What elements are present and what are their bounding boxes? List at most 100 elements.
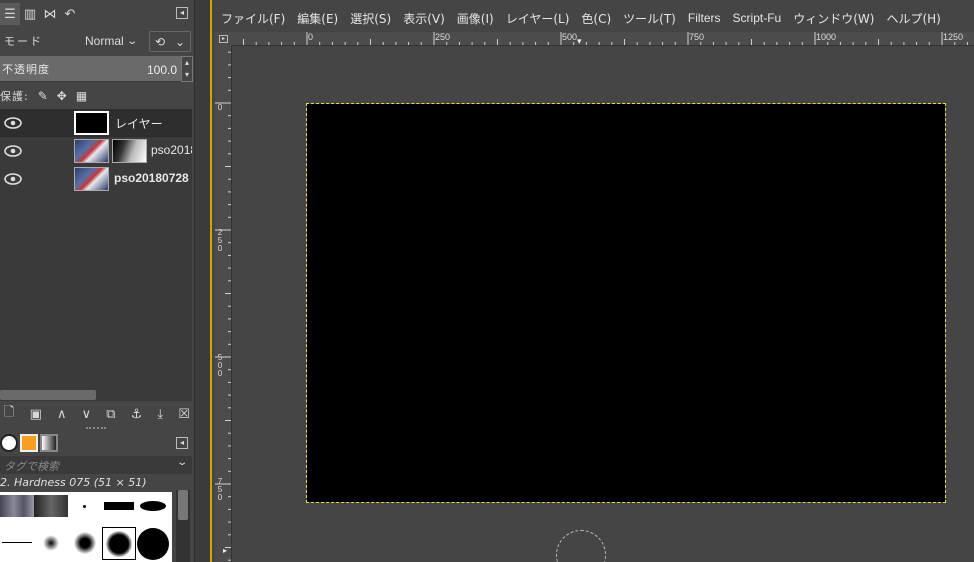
opacity-spinner[interactable]: ▴ ▾ bbox=[181, 56, 193, 82]
menu-help[interactable]: ヘルプ(H) bbox=[886, 10, 940, 27]
layer-actions: 🗋 ▣ ∧ ∨ ⧉ ⚓ ⤓ ☒ bbox=[0, 403, 194, 425]
menu-layer[interactable]: レイヤー(L) bbox=[506, 10, 570, 27]
panel-menu-icon[interactable]: ◂ bbox=[176, 7, 188, 19]
brush-tabs bbox=[0, 432, 194, 454]
horizontal-ruler[interactable]: 0 250 500 750 1000 1250 ▾ bbox=[232, 32, 974, 46]
visibility-eye-icon[interactable] bbox=[4, 117, 22, 129]
ruler-label: 1000 bbox=[816, 32, 837, 42]
ruler-label: 0 bbox=[217, 103, 223, 112]
ruler-label: 750 bbox=[217, 477, 223, 502]
layer-row[interactable]: レイヤー bbox=[0, 109, 192, 137]
quick-mask-toggle[interactable]: ▸ bbox=[215, 32, 232, 46]
menu-select[interactable]: 選択(S) bbox=[350, 10, 391, 27]
layer-row[interactable]: pso2018 bbox=[0, 137, 192, 165]
lock-position-icon[interactable]: ✥ bbox=[57, 89, 67, 103]
window-edge bbox=[210, 0, 212, 562]
brush-item[interactable] bbox=[0, 527, 34, 560]
new-layer-group-icon[interactable]: ▣ bbox=[30, 407, 42, 422]
left-dock: ☰ ▥ ⋈ ↶ ◂ モード Normal ⌄ ⟲ ⌄ 不透明度 100.0 ▴ ▾… bbox=[0, 0, 194, 562]
undo-history-icon[interactable]: ↶ bbox=[60, 3, 80, 25]
ruler-label: 0 bbox=[308, 32, 314, 42]
menu-colors[interactable]: 色(C) bbox=[581, 10, 611, 27]
layers-icon[interactable]: ☰ bbox=[0, 3, 20, 25]
layer-row[interactable]: pso20180728 bbox=[0, 165, 192, 193]
paths-icon[interactable]: ⋈ bbox=[40, 3, 60, 25]
brush-item[interactable] bbox=[102, 492, 136, 525]
brush-item-selected[interactable] bbox=[102, 527, 136, 560]
brush-scrollbar[interactable] bbox=[176, 490, 190, 562]
menu-file[interactable]: ファイル(F) bbox=[221, 10, 285, 27]
patterns-tab-icon[interactable] bbox=[20, 434, 38, 452]
menu-filters[interactable]: Filters bbox=[688, 11, 721, 25]
lock-label: 保護: bbox=[0, 90, 29, 103]
opacity-value: 100.0 bbox=[146, 63, 177, 77]
channels-icon[interactable]: ▥ bbox=[20, 3, 40, 25]
lock-alpha-icon[interactable]: ▦ bbox=[76, 89, 87, 103]
chevron-down-icon[interactable]: ⌄ bbox=[176, 457, 188, 468]
new-layer-icon[interactable]: 🗋 bbox=[4, 403, 14, 425]
ruler-label: 1250 bbox=[943, 32, 964, 42]
chevron-down-icon: ⌄ bbox=[125, 35, 138, 47]
brush-item[interactable] bbox=[0, 495, 34, 517]
layer-thumbnail bbox=[74, 139, 109, 163]
lock-pixels-icon[interactable]: ✎ bbox=[38, 89, 48, 103]
gradients-tab-icon[interactable] bbox=[40, 434, 58, 452]
ruler-label: 250 bbox=[435, 32, 451, 42]
visibility-eye-icon[interactable] bbox=[4, 173, 22, 185]
dock-grip[interactable] bbox=[86, 427, 106, 430]
ruler-label: 250 bbox=[217, 228, 223, 253]
lower-layer-icon[interactable]: ∨ bbox=[82, 407, 92, 422]
image-canvas[interactable] bbox=[306, 103, 946, 503]
layer-mask-thumbnail[interactable] bbox=[112, 139, 147, 163]
scrollbar-thumb[interactable] bbox=[178, 490, 188, 520]
brush-item[interactable] bbox=[34, 495, 68, 517]
mode-select[interactable]: Normal ⌄ bbox=[85, 31, 147, 51]
reset-icon: ⟲ bbox=[154, 34, 166, 49]
menu-tools[interactable]: ツール(T) bbox=[623, 10, 676, 27]
layer-name[interactable]: レイヤー bbox=[115, 115, 191, 132]
layer-thumbnail bbox=[74, 111, 109, 135]
layer-thumbnail bbox=[74, 167, 109, 191]
anchor-layer-icon[interactable]: ⚓ bbox=[131, 407, 143, 422]
brush-item[interactable] bbox=[136, 492, 170, 525]
vertical-ruler[interactable]: 0 250 500 750 ▸ bbox=[215, 46, 232, 562]
menu-view[interactable]: 表示(V) bbox=[403, 10, 445, 27]
pointer-marker-icon: ▸ bbox=[223, 546, 228, 555]
brush-cursor-outline bbox=[556, 530, 606, 562]
merge-down-icon[interactable]: ⤓ bbox=[157, 407, 163, 422]
mode-value: Normal bbox=[85, 34, 124, 48]
raise-layer-icon[interactable]: ∧ bbox=[57, 407, 67, 422]
visibility-eye-icon[interactable] bbox=[4, 145, 22, 157]
panel-menu-icon[interactable]: ◂ bbox=[176, 437, 188, 449]
tag-search-input[interactable]: タグで検索 ⌄ bbox=[0, 456, 192, 474]
tag-search-placeholder: タグで検索 bbox=[4, 460, 59, 473]
duplicate-layer-icon[interactable]: ⧉ bbox=[106, 407, 115, 422]
mode-row: モード Normal ⌄ ⟲ ⌄ bbox=[0, 29, 194, 53]
lock-row: 保護: ✎ ✥ ▦ bbox=[0, 86, 194, 106]
brush-item[interactable] bbox=[136, 527, 170, 560]
layer-name[interactable]: pso2018 bbox=[151, 143, 192, 157]
brush-item[interactable] bbox=[34, 527, 68, 560]
layer-list: レイヤー pso2018 pso20180728 bbox=[0, 109, 192, 389]
dock-divider[interactable] bbox=[194, 0, 212, 562]
opacity-label: 不透明度 bbox=[2, 63, 50, 76]
canvas-workspace[interactable] bbox=[233, 47, 974, 562]
dock-tabs: ☰ ▥ ⋈ ↶ bbox=[0, 0, 194, 28]
menu-edit[interactable]: 編集(E) bbox=[297, 10, 338, 27]
menu-image[interactable]: 画像(I) bbox=[457, 10, 494, 27]
brush-name: 2. Hardness 075 (51 × 51) bbox=[0, 476, 147, 489]
mode-reset-button[interactable]: ⟲ ⌄ bbox=[149, 31, 191, 52]
pointer-marker-icon: ▾ bbox=[577, 37, 582, 46]
ruler-label: 500 bbox=[217, 353, 223, 378]
brush-item[interactable] bbox=[68, 492, 102, 525]
scrollbar-thumb[interactable] bbox=[0, 390, 96, 400]
layer-list-scrollbar[interactable] bbox=[0, 389, 192, 401]
menu-script-fu[interactable]: Script-Fu bbox=[733, 11, 782, 25]
delete-layer-icon[interactable]: ☒ bbox=[178, 407, 190, 422]
layer-name[interactable]: pso20180728 bbox=[114, 171, 192, 185]
brush-item[interactable] bbox=[68, 527, 102, 560]
opacity-slider[interactable]: 不透明度 100.0 bbox=[0, 56, 181, 82]
brush-grid bbox=[0, 492, 172, 562]
brushes-tab-icon[interactable] bbox=[0, 434, 18, 452]
menu-windows[interactable]: ウィンドウ(W) bbox=[793, 10, 874, 27]
